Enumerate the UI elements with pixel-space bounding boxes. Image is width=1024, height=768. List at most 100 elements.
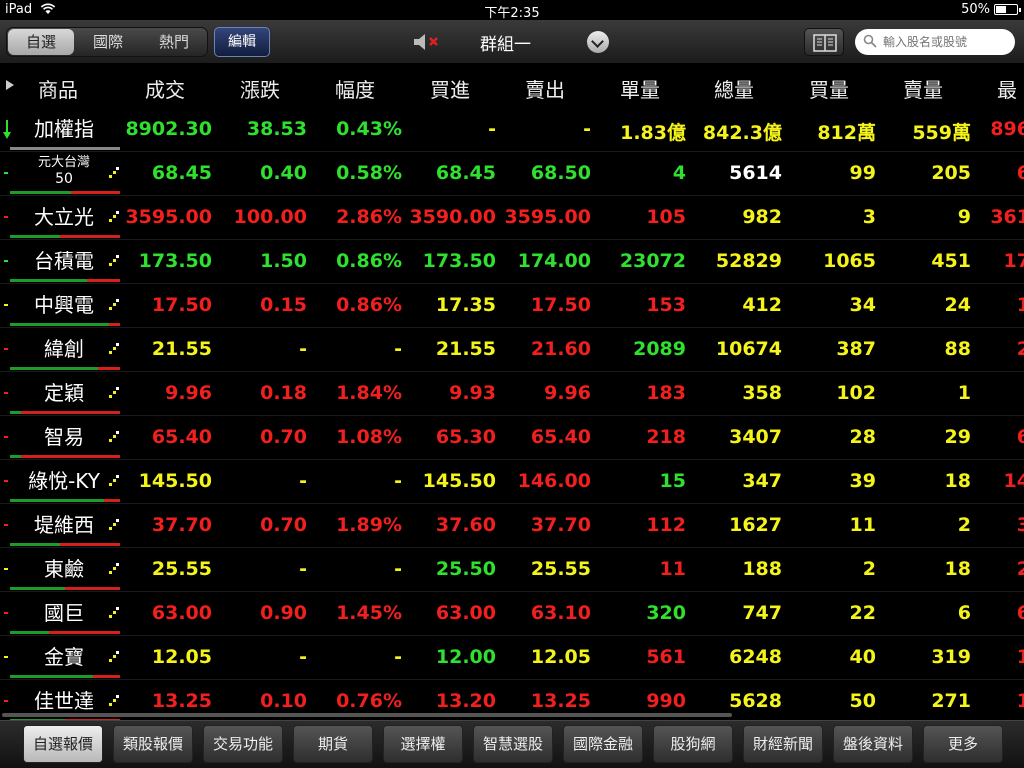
table-row[interactable]: 東鹼 25.55 - - 25.50 25.55 11 188 2 18 2 bbox=[0, 548, 1024, 592]
col-header-percent[interactable]: 幅度 bbox=[335, 74, 375, 103]
mute-icon[interactable] bbox=[412, 31, 444, 53]
bottom-tab-bar: 自選報價 類股報價 交易功能 期貨 選擇權 智慧選股 國際金融 股狗網 財經新聞 盤後資料 更多 bbox=[0, 720, 1024, 768]
table-row[interactable]: 中興電 17.50 0.15 0.86% 17.35 17.50 153 412 34 24 1 bbox=[0, 284, 1024, 328]
table-row[interactable]: 智易 65.40 0.70 1.08% 65.30 65.40 218 3407 28 29 6 bbox=[0, 416, 1024, 460]
cell-tick-volume: 23072 bbox=[619, 250, 686, 272]
cell-price: 3595.00 bbox=[125, 206, 212, 228]
segment-international[interactable]: 國際 bbox=[75, 28, 141, 56]
table-row[interactable]: 定穎 9.96 0.18 1.84% 9.93 9.96 183 358 102 1 bbox=[0, 372, 1024, 416]
table-row[interactable]: 緯創 21.55 - - 21.55 21.60 2089 10674 387 88 2 bbox=[0, 328, 1024, 372]
sell-ratio-fill bbox=[87, 279, 120, 282]
volume-ratio-bar bbox=[10, 631, 120, 634]
stock-name-text: 元大台灣 bbox=[37, 155, 90, 170]
mini-chart-icon[interactable] bbox=[109, 167, 119, 179]
edit-button[interactable]: 編輯 bbox=[214, 27, 270, 57]
horizontal-scrollbar[interactable] bbox=[0, 713, 1024, 718]
col-header-bid-volume[interactable]: 買量 bbox=[809, 74, 849, 103]
table-row[interactable]: 綠悅-KY 145.50- -145.50 146.00 15 347 39 18 14 bbox=[0, 460, 1024, 504]
cell-total-volume: 747 bbox=[742, 602, 782, 624]
cell-ask-volume: 1 bbox=[957, 382, 971, 404]
col-header-ask[interactable]: 賣出 bbox=[525, 74, 565, 103]
tab-item[interactable]: 選擇權 bbox=[383, 725, 463, 763]
stock-name[interactable]: 國巨 bbox=[10, 592, 118, 633]
mini-chart-icon[interactable] bbox=[109, 695, 119, 707]
tab-item[interactable]: 國際金融 bbox=[563, 725, 643, 763]
stock-name[interactable]: 元大台灣 50 bbox=[10, 152, 118, 193]
mini-chart-icon[interactable] bbox=[109, 607, 119, 619]
cell-total-volume: 3407 bbox=[729, 426, 782, 448]
battery-text: 50% bbox=[961, 2, 990, 17]
cell-percent: 0.86% bbox=[336, 250, 402, 272]
mini-chart-icon[interactable] bbox=[109, 299, 119, 311]
stock-name[interactable]: 加權指 bbox=[10, 108, 118, 149]
table-row[interactable]: 堤維西 37.70 0.70 1.89% 37.60 37.70 112 1627 11 2 3 bbox=[0, 504, 1024, 548]
mini-chart-icon[interactable] bbox=[109, 475, 119, 487]
segment-watchlist[interactable]: 自選 bbox=[8, 29, 74, 55]
tab-item[interactable]: 更多 bbox=[923, 725, 1003, 763]
cell-bid-volume: 1065 bbox=[823, 250, 876, 272]
mini-chart-icon[interactable] bbox=[109, 563, 119, 575]
stock-name[interactable]: 堤維西 bbox=[10, 504, 118, 545]
stock-name[interactable]: 中興電 bbox=[10, 284, 118, 325]
cell-percent: 0.76% bbox=[336, 690, 402, 712]
cell-change: - bbox=[299, 558, 307, 580]
table-row[interactable]: 大立光 3595.00 100.00 2.86% 3590.00 3595.00 105 98… bbox=[0, 196, 1024, 240]
mini-chart-icon[interactable] bbox=[109, 651, 119, 663]
mini-chart-icon[interactable] bbox=[109, 255, 119, 267]
mini-chart-icon[interactable] bbox=[109, 519, 119, 531]
col-header-total-volume[interactable]: 總量 bbox=[714, 74, 754, 103]
table-row[interactable]: 台積電 173.50 1.50 0.86% 173.50 174.00 23072 52829… bbox=[0, 240, 1024, 284]
stock-name[interactable]: 大立光 bbox=[10, 196, 118, 237]
search-input[interactable] bbox=[883, 32, 1011, 52]
mini-chart-icon[interactable] bbox=[109, 431, 119, 443]
trend-indicator bbox=[4, 436, 8, 438]
stock-name[interactable]: 金寶 bbox=[10, 636, 118, 677]
cell-high: 6 bbox=[1016, 602, 1024, 624]
mini-chart-icon[interactable] bbox=[109, 387, 119, 399]
table-row[interactable]: 國巨 63.00 0.90 1.45% 63.00 63.10 320 747 22 6 6 bbox=[0, 592, 1024, 636]
market-segment-control: 自選 國際 熱門 bbox=[6, 27, 208, 57]
cell-tick-volume: 112 bbox=[646, 514, 686, 536]
cell-ask-volume: 29 bbox=[944, 426, 971, 448]
table-row[interactable]: 元大台灣 50 68.45 0.40 0.58% 68.45 68.50 4 5614 99 205… bbox=[0, 152, 1024, 196]
tab-item[interactable]: 股狗網 bbox=[653, 725, 733, 763]
stock-name[interactable]: 緯創 bbox=[10, 328, 118, 369]
cell-high: 2 bbox=[1016, 558, 1024, 580]
cell-total-volume: 358 bbox=[742, 382, 782, 404]
book-icon[interactable] bbox=[804, 28, 844, 56]
cell-bid: 145.50 bbox=[422, 470, 496, 492]
buy-ratio-fill bbox=[10, 631, 49, 634]
tab-item[interactable]: 期貨 bbox=[293, 725, 373, 763]
cell-ask: 65.40 bbox=[530, 426, 591, 448]
col-header-product[interactable]: 商品 bbox=[38, 74, 78, 103]
group-title[interactable]: 群組一 bbox=[480, 30, 531, 55]
cell-total-volume: 188 bbox=[742, 558, 782, 580]
tab-item[interactable]: 智慧選股 bbox=[473, 725, 553, 763]
stock-name[interactable]: 定穎 bbox=[10, 372, 118, 413]
stock-name[interactable]: 東鹼 bbox=[10, 548, 118, 589]
sell-ratio-fill bbox=[98, 367, 120, 370]
cell-total-volume: 412 bbox=[742, 294, 782, 316]
stock-name[interactable]: 綠悅-KY bbox=[10, 460, 118, 501]
col-header-tick-volume[interactable]: 單量 bbox=[620, 74, 660, 103]
mini-chart-icon[interactable] bbox=[109, 211, 119, 223]
col-header-bid[interactable]: 買進 bbox=[430, 74, 470, 103]
tab-item[interactable]: 自選報價 bbox=[23, 725, 103, 763]
table-row[interactable]: 金寶 12.05 - - 12.00 12.05 561 6248 40 319 1 bbox=[0, 636, 1024, 680]
stock-name[interactable]: 智易 bbox=[10, 416, 118, 457]
tab-item[interactable]: 盤後資料 bbox=[833, 725, 913, 763]
segment-popular[interactable]: 熱門 bbox=[141, 28, 207, 56]
tab-item[interactable]: 交易功能 bbox=[203, 725, 283, 763]
stock-name[interactable]: 台積電 bbox=[10, 240, 118, 281]
tab-item[interactable]: 財經新聞 bbox=[743, 725, 823, 763]
cell-price: 12.05 bbox=[151, 646, 212, 668]
mini-chart-icon[interactable] bbox=[109, 343, 119, 355]
table-row[interactable]: 加權指 8902.30 38.53 0.43% - - 1.83億 842.3億 812萬 559… bbox=[0, 108, 1024, 152]
chevron-down-icon[interactable] bbox=[587, 31, 609, 53]
col-header-change[interactable]: 漲跌 bbox=[240, 74, 280, 103]
expand-triangle-icon[interactable] bbox=[6, 80, 14, 90]
col-header-ask-volume[interactable]: 賣量 bbox=[903, 74, 943, 103]
col-header-price[interactable]: 成交 bbox=[145, 74, 185, 103]
col-header-high[interactable]: 最 bbox=[997, 74, 1017, 103]
tab-item[interactable]: 類股報價 bbox=[113, 725, 193, 763]
